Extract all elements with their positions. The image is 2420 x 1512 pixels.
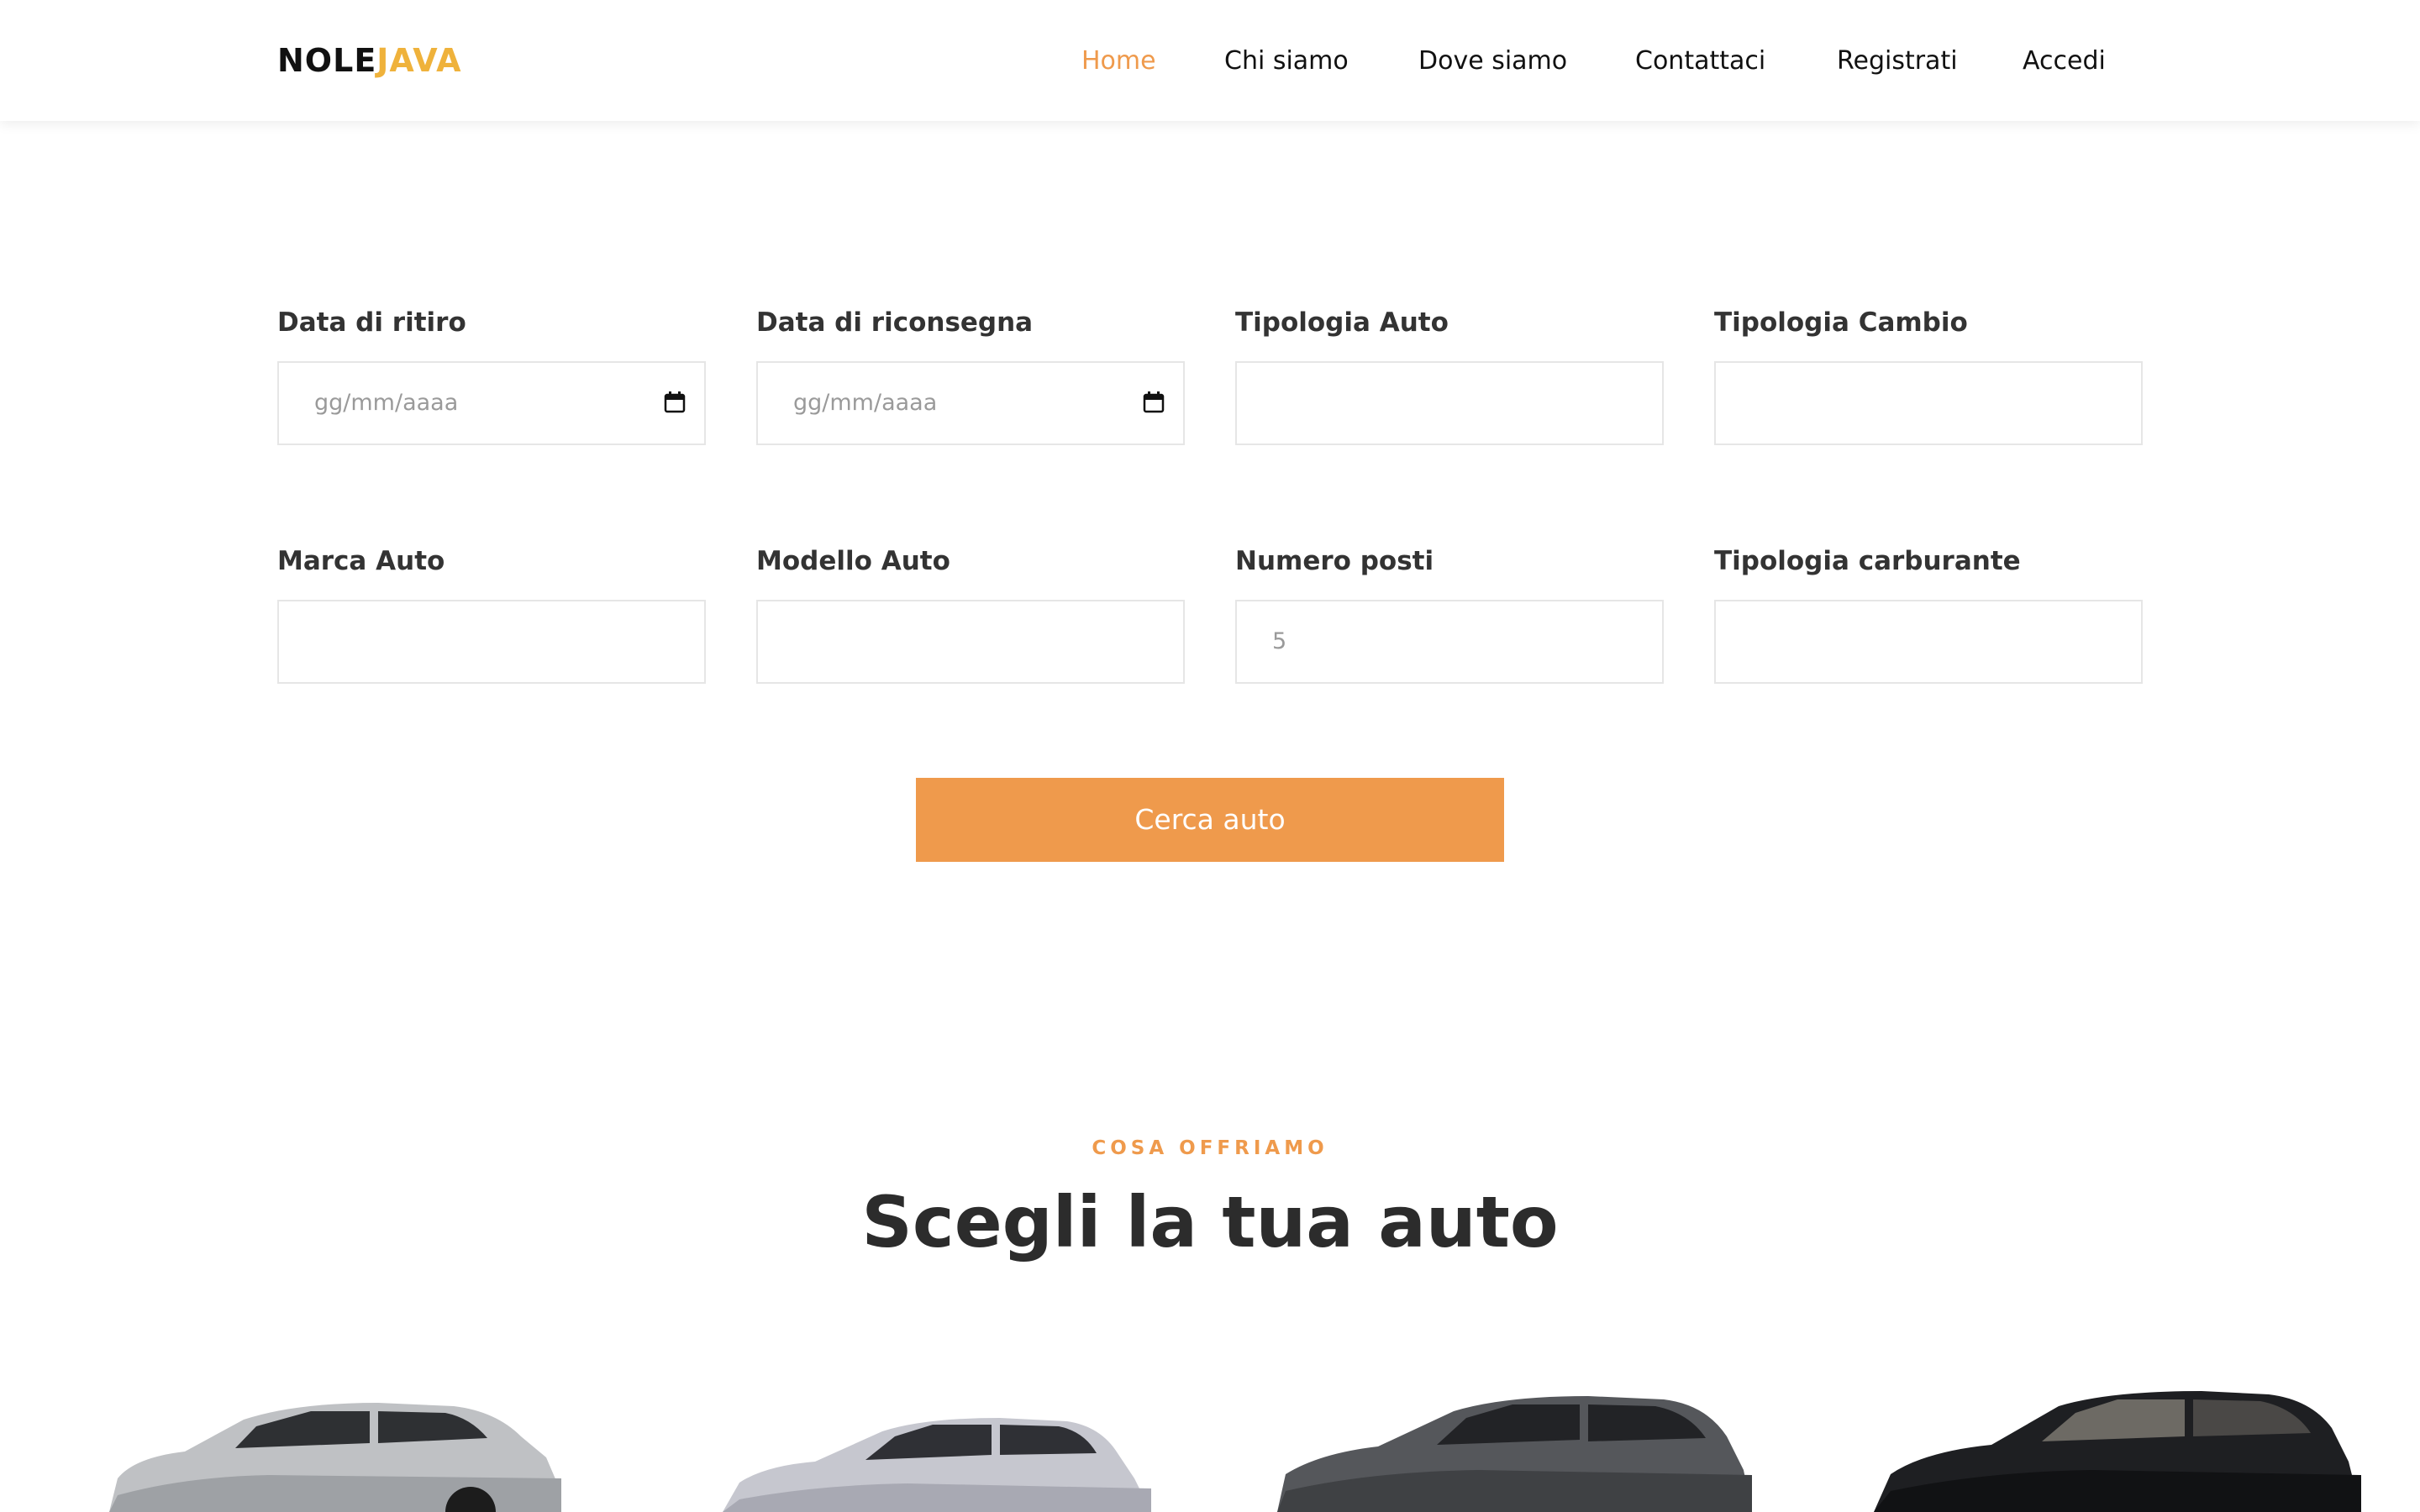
car-image-grey-hatchback[interactable] <box>1269 1378 1756 1512</box>
calendar-icon[interactable] <box>664 391 686 413</box>
gearbox-type-label: Tipologia Cambio <box>1714 307 1968 338</box>
car-type-input[interactable] <box>1235 361 1664 445</box>
car-image-silver-suv[interactable] <box>101 1378 571 1512</box>
fuel-type-label: Tipologia carburante <box>1714 546 2021 576</box>
seats-input[interactable]: 5 <box>1235 600 1664 684</box>
car-image-black-suv[interactable] <box>1865 1378 2370 1512</box>
section-kicker: COSA OFFRIAMO <box>1092 1137 1328 1159</box>
site-header: NOLEJAVA Home Chi siamo Dove siamo Conta… <box>0 0 2420 121</box>
seats-label: Numero posti <box>1235 546 1434 576</box>
return-date-placeholder: gg/mm/aaaa <box>793 390 938 416</box>
seats-placeholder: 5 <box>1272 628 1287 654</box>
main-nav: Home Chi siamo Dove siamo Contattaci Reg… <box>0 40 2420 82</box>
fuel-type-input[interactable] <box>1714 600 2143 684</box>
nav-item-registrati[interactable]: Registrati <box>1837 40 1958 82</box>
car-type-label: Tipologia Auto <box>1235 307 1449 338</box>
return-date-label: Data di riconsegna <box>756 307 1034 338</box>
nav-item-dove-siamo[interactable]: Dove siamo <box>1418 40 1567 82</box>
gearbox-type-input[interactable] <box>1714 361 2143 445</box>
nav-item-home[interactable]: Home <box>1081 40 1156 82</box>
search-cars-button[interactable]: Cerca auto <box>916 778 1504 862</box>
pickup-date-input[interactable]: gg/mm/aaaa <box>277 361 706 445</box>
pickup-date-label: Data di ritiro <box>277 307 466 338</box>
nav-item-accedi[interactable]: Accedi <box>2023 40 2106 82</box>
car-brand-input[interactable] <box>277 600 706 684</box>
return-date-input[interactable]: gg/mm/aaaa <box>756 361 1185 445</box>
nav-item-chi-siamo[interactable]: Chi siamo <box>1224 40 1349 82</box>
pickup-date-placeholder: gg/mm/aaaa <box>314 390 459 416</box>
car-model-label: Modello Auto <box>756 546 950 576</box>
car-model-input[interactable] <box>756 600 1185 684</box>
calendar-icon[interactable] <box>1143 391 1165 413</box>
nav-item-contattaci[interactable]: Contattaci <box>1635 40 1765 82</box>
car-image-silver-hatchback[interactable] <box>714 1378 1168 1512</box>
car-brand-label: Marca Auto <box>277 546 445 576</box>
section-title: Scegli la tua auto <box>861 1181 1559 1263</box>
